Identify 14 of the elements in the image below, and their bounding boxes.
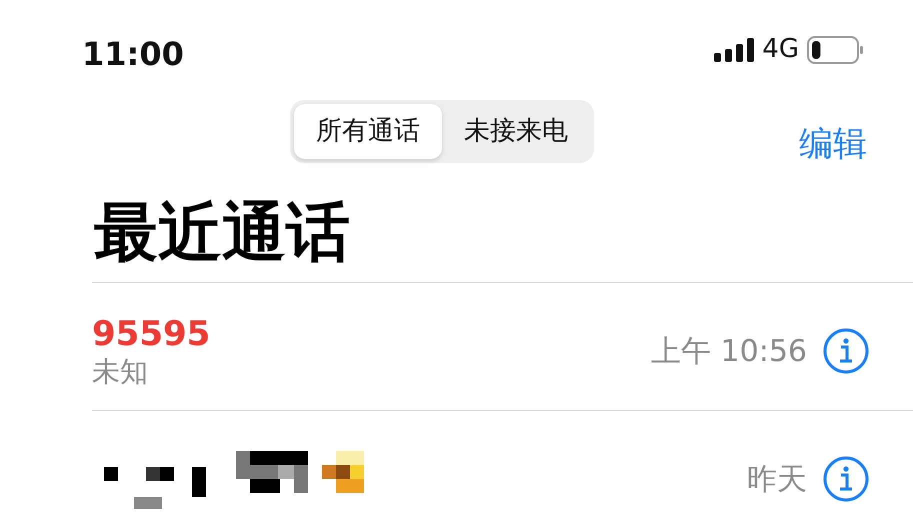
status-time: 11:00 [82, 34, 184, 75]
edit-button[interactable]: 编辑 [799, 126, 867, 164]
caller-label: 未知 [92, 354, 149, 388]
call-time: 昨天 [747, 460, 807, 499]
battery-icon [807, 36, 865, 64]
caller-number: 95595 [92, 314, 212, 355]
signal-icon [714, 38, 754, 62]
segment-tab[interactable]: 未接来电 [442, 104, 590, 159]
info-button[interactable] [823, 328, 869, 374]
call-time: 上午 10:56 [651, 332, 807, 371]
segment-tab[interactable]: 所有通话 [294, 104, 442, 159]
info-button[interactable] [823, 456, 869, 502]
page-title: 最近通话 [93, 195, 351, 272]
network-label: 4G [762, 33, 799, 66]
